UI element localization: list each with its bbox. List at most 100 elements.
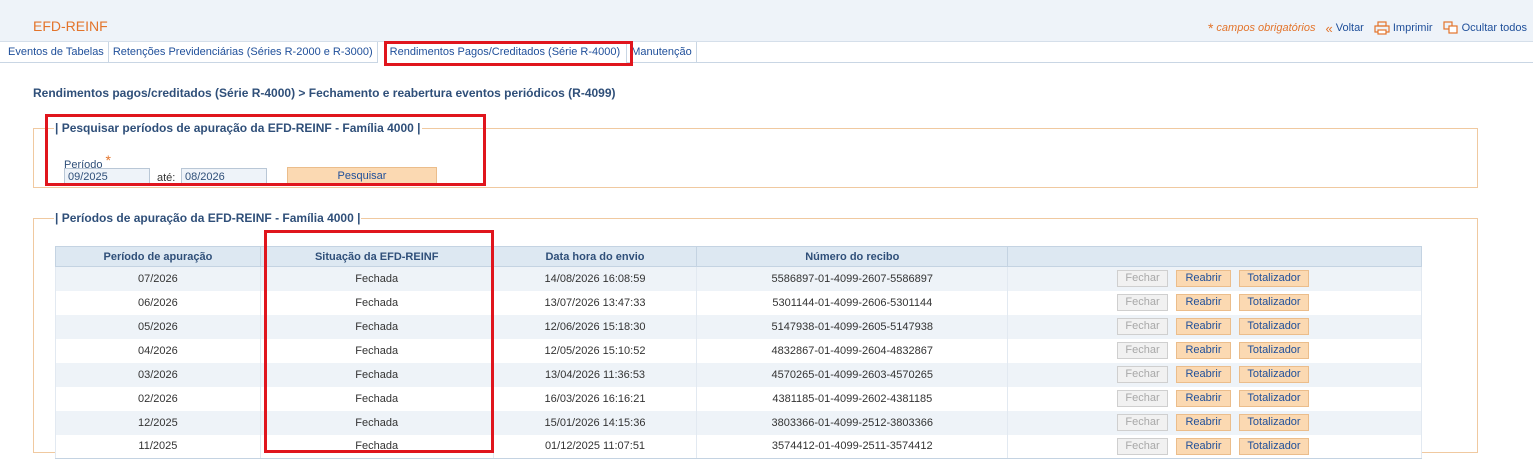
hide-all-label: Ocultar todos	[1461, 22, 1527, 34]
cell-data-envio: 15/01/2026 14:15:36	[492, 410, 698, 435]
row-actions: Fechar Reabrir Totalizador	[1008, 318, 1421, 335]
column-header-recibo: Número do recibo	[696, 246, 1009, 267]
table-header-row: Período de apuração Situação da EFD-REIN…	[55, 246, 1422, 267]
cell-periodo: 03/2026	[55, 362, 261, 387]
to-label: até:	[157, 172, 176, 184]
back-label: Voltar	[1335, 22, 1364, 34]
required-star-icon: *	[1207, 20, 1214, 36]
tab-bar: Eventos de Tabelas Retenções Previdenciá…	[0, 42, 1533, 63]
cell-recibo: 5147938-01-4099-2605-5147938	[696, 314, 1009, 339]
row-actions: Fechar Reabrir Totalizador	[1008, 437, 1421, 455]
reopen-button[interactable]: Reabrir	[1176, 270, 1231, 288]
double-chevron-left-icon: «	[1325, 20, 1333, 36]
cell-recibo: 5586897-01-4099-2607-5586897	[696, 266, 1009, 291]
close-button: Fechar	[1117, 366, 1168, 383]
close-button: Fechar	[1117, 294, 1168, 311]
results-panel-legend: | Períodos de apuração da EFD-REINF - Fa…	[55, 211, 361, 225]
totalizer-button[interactable]: Totalizador	[1239, 414, 1309, 431]
cell-data-envio: 13/04/2026 11:36:53	[492, 362, 698, 387]
column-header-periodo: Período de apuração	[55, 246, 261, 267]
totalizer-button[interactable]: Totalizador	[1239, 366, 1309, 383]
hide-windows-icon	[1442, 21, 1458, 34]
results-panel: | Períodos de apuração da EFD-REINF - Fa…	[33, 211, 1478, 459]
row-actions: Fechar Reabrir Totalizador	[1008, 342, 1421, 359]
back-link[interactable]: « Voltar	[1325, 22, 1363, 35]
app-title: EFD-REINF	[33, 18, 108, 34]
period-to-input[interactable]	[181, 168, 267, 186]
tab-rendimentos-pagos-creditados[interactable]: Rendimentos Pagos/Creditados (Série R-40…	[377, 42, 628, 63]
close-button: Fechar	[1117, 318, 1168, 335]
table-row: 04/2026 Fechada 12/05/2026 15:10:52 4832867…	[55, 338, 1422, 363]
totalizer-button[interactable]: Totalizador	[1239, 437, 1309, 455]
close-button: Fechar	[1117, 414, 1168, 431]
column-header-data-envio: Data hora do envio	[492, 246, 698, 267]
totalizer-button[interactable]: Totalizador	[1239, 294, 1309, 311]
tab-eventos-de-tabelas[interactable]: Eventos de Tabelas	[0, 42, 109, 63]
search-button[interactable]: Pesquisar	[287, 167, 437, 185]
totalizer-button[interactable]: Totalizador	[1239, 318, 1309, 335]
close-button: Fechar	[1117, 342, 1168, 359]
cell-recibo: 3803366-01-4099-2512-3803366	[696, 410, 1009, 435]
reopen-button[interactable]: Reabrir	[1176, 437, 1231, 455]
cell-actions: Fechar Reabrir Totalizador	[1007, 314, 1422, 339]
hide-all-link[interactable]: Ocultar todos	[1442, 21, 1527, 35]
column-header-actions	[1007, 246, 1422, 267]
reopen-button[interactable]: Reabrir	[1176, 414, 1231, 431]
cell-periodo: 05/2026	[55, 314, 261, 339]
table-row: 11/2025 Fechada 01/12/2025 11:07:51 3574412…	[55, 434, 1422, 459]
cell-recibo: 5301144-01-4099-2606-5301144	[696, 290, 1009, 315]
cell-data-envio: 01/12/2025 11:07:51	[492, 434, 698, 459]
cell-recibo: 3574412-01-4099-2511-3574412	[696, 434, 1009, 459]
cell-situacao: Fechada	[259, 290, 494, 315]
cell-actions: Fechar Reabrir Totalizador	[1007, 362, 1422, 387]
cell-actions: Fechar Reabrir Totalizador	[1007, 266, 1422, 291]
totalizer-button[interactable]: Totalizador	[1239, 390, 1309, 407]
period-from-input[interactable]	[64, 168, 150, 186]
close-button: Fechar	[1117, 270, 1168, 288]
table-row: 03/2026 Fechada 13/04/2026 11:36:53 4570265…	[55, 362, 1422, 387]
cell-data-envio: 12/05/2026 15:10:52	[492, 338, 698, 363]
table-row: 05/2026 Fechada 12/06/2026 15:18:30 5147938…	[55, 314, 1422, 339]
reopen-button[interactable]: Reabrir	[1176, 390, 1231, 407]
cell-situacao: Fechada	[259, 338, 494, 363]
print-label: Imprimir	[1392, 22, 1433, 34]
print-link[interactable]: Imprimir	[1374, 21, 1433, 35]
breadcrumb: Rendimentos pagos/creditados (Série R-40…	[33, 86, 616, 100]
required-star-icon: *	[105, 152, 111, 168]
cell-actions: Fechar Reabrir Totalizador	[1007, 386, 1422, 411]
close-button: Fechar	[1117, 390, 1168, 407]
cell-periodo: 07/2026	[55, 266, 261, 291]
periods-table: Período de apuração Situação da EFD-REIN…	[55, 246, 1422, 459]
cell-periodo: 06/2026	[55, 290, 261, 315]
cell-situacao: Fechada	[259, 386, 494, 411]
printer-icon	[1374, 21, 1390, 35]
tab-retencoes-previdenciarias[interactable]: Retenções Previdenciárias (Séries R-2000…	[109, 42, 378, 63]
table-row: 07/2026 Fechada 14/08/2026 16:08:59 5586897…	[55, 266, 1422, 291]
close-button: Fechar	[1117, 437, 1168, 455]
search-panel-legend: | Pesquisar períodos de apuração da EFD-…	[55, 121, 421, 135]
cell-periodo: 12/2025	[55, 410, 261, 435]
cell-data-envio: 16/03/2026 16:16:21	[492, 386, 698, 411]
cell-situacao: Fechada	[259, 314, 494, 339]
cell-actions: Fechar Reabrir Totalizador	[1007, 338, 1422, 363]
table-row: 06/2026 Fechada 13/07/2026 13:47:33 5301144…	[55, 290, 1422, 315]
reopen-button[interactable]: Reabrir	[1176, 294, 1231, 311]
required-note-text: campos obrigatórios	[1216, 22, 1316, 34]
row-actions: Fechar Reabrir Totalizador	[1008, 414, 1421, 431]
reopen-button[interactable]: Reabrir	[1176, 366, 1231, 383]
cell-actions: Fechar Reabrir Totalizador	[1007, 290, 1422, 315]
cell-situacao: Fechada	[259, 362, 494, 387]
totalizer-button[interactable]: Totalizador	[1239, 270, 1309, 288]
reopen-button[interactable]: Reabrir	[1176, 318, 1231, 335]
cell-situacao: Fechada	[259, 266, 494, 291]
reopen-button[interactable]: Reabrir	[1176, 342, 1231, 359]
cell-situacao: Fechada	[259, 434, 494, 459]
cell-recibo: 4381185-01-4099-2602-4381185	[696, 386, 1009, 411]
tab-manutencao[interactable]: Manutenção	[627, 42, 697, 63]
cell-data-envio: 14/08/2026 16:08:59	[492, 266, 698, 291]
cell-periodo: 04/2026	[55, 338, 261, 363]
table-row: 02/2026 Fechada 16/03/2026 16:16:21 4381185…	[55, 386, 1422, 411]
cell-recibo: 4832867-01-4099-2604-4832867	[696, 338, 1009, 363]
cell-data-envio: 12/06/2026 15:18:30	[492, 314, 698, 339]
totalizer-button[interactable]: Totalizador	[1239, 342, 1309, 359]
